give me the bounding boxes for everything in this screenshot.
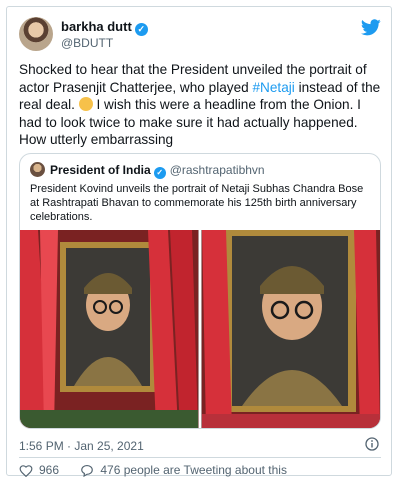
- hashtag-link[interactable]: #Netaji: [252, 80, 294, 95]
- author-avatar[interactable]: [19, 17, 53, 51]
- author-name-line[interactable]: barkha dutt ✓: [61, 19, 148, 36]
- tweet-timestamp[interactable]: 1:56 PM · Jan 25, 2021: [19, 439, 144, 453]
- portrait-photo[interactable]: [20, 230, 380, 428]
- quoted-tweet[interactable]: President of India ✓ @rashtrapatibhvn Pres…: [19, 153, 381, 429]
- author-name[interactable]: barkha dutt: [61, 19, 132, 34]
- tweeting-about-text: 476 people are Tweeting about this: [100, 463, 287, 477]
- quoted-author-handle[interactable]: @rashtrapatibhvn: [170, 163, 265, 177]
- author-handle[interactable]: @BDUTT: [61, 36, 113, 50]
- tweet-header: barkha dutt ✓ @BDUTT: [19, 17, 381, 53]
- twitter-bird-icon[interactable]: [361, 19, 381, 36]
- info-icon[interactable]: [365, 437, 379, 451]
- quoted-tweet-header: President of India ✓ @rashtrapatibhvn: [30, 162, 372, 179]
- verified-badge-icon: ✓: [134, 23, 148, 36]
- flushed-face-emoji-icon: [78, 97, 93, 111]
- quoted-author-name[interactable]: President of India: [50, 163, 151, 177]
- like-count: 966: [39, 463, 60, 477]
- tweet-card: barkha dutt ✓ @BDUTT Shocked to hear that…: [6, 6, 392, 479]
- quoted-author-avatar[interactable]: [30, 162, 45, 177]
- heart-icon: [19, 464, 33, 477]
- quoted-author-line[interactable]: President of India ✓ @rashtrapatibhvn: [50, 163, 265, 179]
- tweet-text: Shocked to hear that the President unvei…: [19, 61, 383, 149]
- tweet-actions: 966 476 people are Tweeting about this: [19, 463, 305, 479]
- like-action[interactable]: 966: [19, 463, 59, 477]
- quoted-tweet-text: President Kovind unveils the portrait of…: [30, 183, 364, 223]
- quote-tweets-action[interactable]: 476 people are Tweeting about this: [80, 463, 287, 477]
- comment-icon: [81, 464, 94, 477]
- verified-badge-icon: ✓: [153, 167, 166, 179]
- divider: [19, 457, 381, 458]
